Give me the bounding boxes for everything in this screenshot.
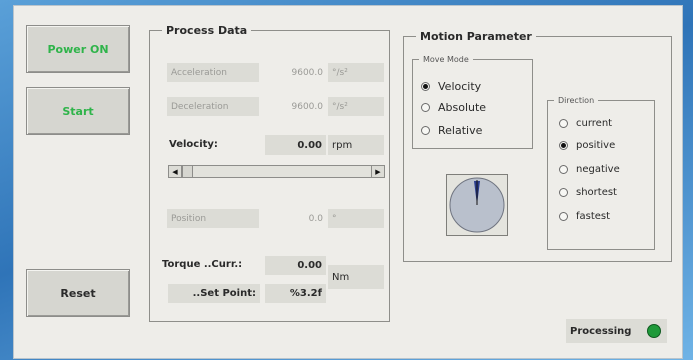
power-on-button[interactable]: Power ON xyxy=(26,25,130,73)
direction-positive-label: positive xyxy=(576,140,616,151)
direction-negative[interactable]: negative xyxy=(559,164,620,175)
acceleration-label: Acceleration xyxy=(171,67,227,78)
scroll-right-icon[interactable]: ▶ xyxy=(371,165,385,178)
scrollbar-thumb[interactable] xyxy=(182,165,193,178)
position-label-box: Position xyxy=(167,209,259,228)
processing-led-icon xyxy=(647,324,661,338)
position-value-text: 0.0 xyxy=(308,213,323,224)
move-mode-relative-label: Relative xyxy=(438,124,483,137)
motion-parameter-legend: Motion Parameter xyxy=(420,30,532,43)
acceleration-value: 9600.0 xyxy=(272,63,327,82)
process-data-legend: Process Data xyxy=(166,24,248,37)
deceleration-label: Deceleration xyxy=(171,101,229,112)
deceleration-unit-box: °/s² xyxy=(328,97,384,116)
reset-label: Reset xyxy=(60,286,96,300)
radio-current[interactable] xyxy=(559,119,568,128)
position-unit-box: ° xyxy=(328,209,384,228)
position-dial xyxy=(446,174,508,236)
velocity-value: 0.00 xyxy=(265,135,326,155)
direction-legend: Direction xyxy=(558,96,595,105)
direction-shortest-label: shortest xyxy=(576,187,617,198)
torque-curr-value-text: 0.00 xyxy=(297,260,322,271)
acceleration-unit-box: °/s² xyxy=(328,63,384,82)
position-unit: ° xyxy=(332,213,337,224)
start-button[interactable]: Start xyxy=(26,87,130,135)
scroll-left-icon[interactable]: ◀ xyxy=(168,165,182,178)
radio-positive[interactable] xyxy=(559,141,568,150)
position-value: 0.0 xyxy=(272,209,327,228)
radio-fastest[interactable] xyxy=(559,212,568,221)
direction-current[interactable]: current xyxy=(559,118,612,129)
deceleration-unit: °/s² xyxy=(332,101,348,112)
torque-curr-label: Torque ..Curr.: xyxy=(162,259,243,270)
velocity-scrollbar[interactable]: ◀ ▶ xyxy=(168,165,385,178)
radio-absolute[interactable] xyxy=(421,103,430,112)
acceleration-unit: °/s² xyxy=(332,67,348,78)
move-mode-absolute[interactable]: Absolute xyxy=(421,101,486,114)
main-panel: Power ON Start Reset Process Data Accele… xyxy=(13,5,683,359)
deceleration-value-text: 9600.0 xyxy=(291,101,324,112)
position-label: Position xyxy=(171,213,207,224)
direction-current-label: current xyxy=(576,118,613,129)
move-mode-velocity-label: Velocity xyxy=(438,80,482,93)
start-label: Start xyxy=(62,104,94,118)
set-point-label-box: ..Set Point: xyxy=(168,284,260,303)
deceleration-label-box: Deceleration xyxy=(167,97,259,116)
direction-shortest[interactable]: shortest xyxy=(559,187,617,198)
set-point-value: %3.2f xyxy=(265,284,326,303)
direction-negative-label: negative xyxy=(576,164,620,175)
velocity-unit-box: rpm xyxy=(328,135,384,155)
deceleration-value: 9600.0 xyxy=(272,97,327,116)
velocity-unit: rpm xyxy=(332,139,353,151)
acceleration-label-box: Acceleration xyxy=(167,63,259,82)
move-mode-relative[interactable]: Relative xyxy=(421,124,482,137)
torque-unit-box: Nm xyxy=(328,265,384,289)
processing-indicator: Processing xyxy=(566,319,667,343)
radio-relative[interactable] xyxy=(421,126,430,135)
radio-negative[interactable] xyxy=(559,165,568,174)
radio-velocity[interactable] xyxy=(421,82,430,91)
velocity-value-text: 0.00 xyxy=(297,139,322,151)
dial-gauge-icon xyxy=(449,177,505,233)
torque-curr-value: 0.00 xyxy=(265,256,326,275)
acceleration-value-text: 9600.0 xyxy=(291,67,324,78)
direction-fastest-label: fastest xyxy=(576,211,611,222)
direction-positive[interactable]: positive xyxy=(559,140,615,151)
radio-shortest[interactable] xyxy=(559,188,568,197)
move-mode-absolute-label: Absolute xyxy=(438,101,487,114)
set-point-value-text: %3.2f xyxy=(289,288,322,299)
power-on-label: Power ON xyxy=(47,42,109,56)
move-mode-velocity[interactable]: Velocity xyxy=(421,80,481,93)
reset-button[interactable]: Reset xyxy=(26,269,130,317)
velocity-label: Velocity: xyxy=(169,139,218,150)
direction-fastest[interactable]: fastest xyxy=(559,211,610,222)
processing-label: Processing xyxy=(570,325,632,337)
move-mode-legend: Move Mode xyxy=(423,55,469,64)
set-point-label: ..Set Point: xyxy=(192,288,256,299)
torque-unit: Nm xyxy=(332,271,350,283)
